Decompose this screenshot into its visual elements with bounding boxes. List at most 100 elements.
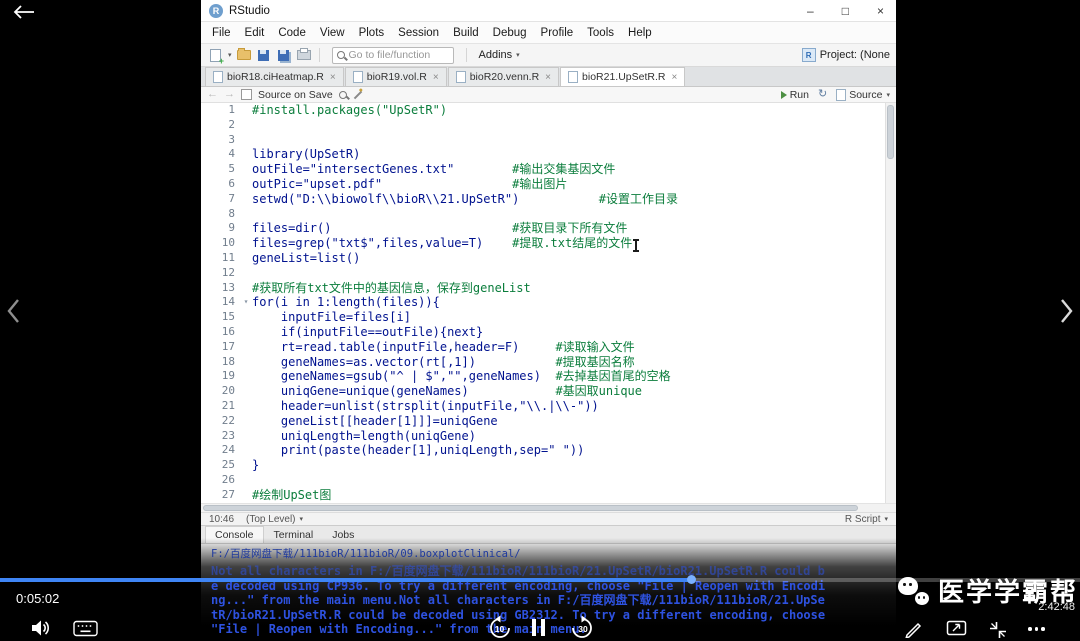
code-line[interactable]: 20 uniqGene=unique(geneNames) #基因取unique [201, 384, 886, 399]
code-line[interactable]: 12 [201, 266, 886, 281]
keyboard-button[interactable] [73, 620, 98, 637]
save-all-icon[interactable] [276, 47, 292, 63]
back-nav-icon[interactable]: ← [207, 89, 218, 100]
editor-tab-bioR20.venn.R[interactable]: bioR20.venn.R × [447, 67, 560, 86]
code-line[interactable]: 24 print(paste(header[1],uniqLength,sep=… [201, 443, 886, 458]
source-on-save-checkbox[interactable] [241, 89, 252, 100]
forward-nav-icon[interactable]: → [224, 89, 235, 100]
fold-marker-icon [240, 310, 252, 325]
rerun-icon[interactable]: ↻ [818, 89, 827, 100]
scope-selector[interactable]: (Top Level) ▾ [246, 514, 303, 525]
fold-marker-icon[interactable]: ▾ [240, 295, 252, 310]
open-file-icon[interactable] [236, 47, 252, 63]
new-file-icon[interactable]: + [207, 47, 224, 66]
menu-item-edit[interactable]: Edit [238, 27, 272, 39]
console-tab-terminal[interactable]: Terminal [264, 527, 323, 543]
editor-tab-bioR18.ciHeatmap.R[interactable]: bioR18.ciHeatmap.R × [205, 67, 344, 86]
folder-glyph [236, 48, 251, 60]
code-line[interactable]: 17 rt=read.table(inputFile,header=F) #读取… [201, 340, 886, 355]
fold-marker-icon [240, 458, 252, 473]
code-line[interactable]: 23 uniqLength=length(uniqGene) [201, 429, 886, 444]
code-line[interactable]: 9 files=dir() #获取目录下所有文件 [201, 221, 886, 236]
code-line[interactable]: 14 ▾ for(i in 1:length(files)){ [201, 295, 886, 310]
rewind-10-button[interactable]: 10 [486, 615, 512, 641]
line-number: 4 [228, 147, 235, 161]
menu-item-profile[interactable]: Profile [534, 27, 581, 39]
find-icon[interactable] [338, 90, 347, 99]
menu-item-view[interactable]: View [313, 27, 352, 39]
code-line[interactable]: 10 files=grep("txt$",files,value=T) #提取.t… [201, 236, 886, 251]
code-tools-wand-icon[interactable] [353, 90, 362, 99]
next-chevron-button[interactable] [1058, 296, 1076, 331]
code-line[interactable]: 3 [201, 133, 886, 148]
code-line[interactable]: 27 #绘制UpSet图 [201, 488, 886, 503]
code-line[interactable]: 7 setwd("D:\\biowolf\\bioR\\21.UpSetR") #… [201, 192, 886, 207]
code-line[interactable]: 11 geneList=list() [201, 251, 886, 266]
code-line[interactable]: 21 header=unlist(strsplit(inputFile,"\\.… [201, 399, 886, 414]
menu-item-plots[interactable]: Plots [352, 27, 392, 39]
hscroll-thumb[interactable] [203, 505, 858, 511]
console-tab-jobs[interactable]: Jobs [323, 527, 364, 543]
code-line[interactable]: 8 [201, 207, 886, 222]
maximize-button[interactable]: □ [842, 5, 849, 17]
pause-button[interactable] [532, 619, 546, 637]
code-line[interactable]: 19 geneNames=gsub("^ | $","",geneNames) … [201, 369, 886, 384]
addins-button[interactable]: Addins ▾ [474, 49, 525, 61]
print-icon[interactable] [296, 47, 312, 63]
minimize-button[interactable]: – [807, 5, 814, 17]
save-icon[interactable] [256, 47, 272, 63]
screencast-button[interactable] [946, 620, 967, 637]
forward-30-button[interactable]: 30 [570, 615, 596, 641]
back-button[interactable] [12, 4, 36, 25]
code-editor[interactable]: 1 #install.packages("UpSetR") 2 3 4 library(U… [201, 103, 896, 503]
fold-marker-icon [240, 266, 252, 281]
code-line[interactable]: 25} [201, 458, 886, 473]
console-tab-console[interactable]: Console [205, 526, 264, 543]
menu-item-tools[interactable]: Tools [580, 27, 621, 39]
current-time: 0:05:02 [16, 591, 60, 606]
close-button[interactable]: × [877, 5, 884, 17]
vertical-scrollbar[interactable] [885, 103, 896, 503]
code-line[interactable]: 2 [201, 118, 886, 133]
code-line[interactable]: 16 if(inputFile==outFile){next} [201, 325, 886, 340]
code-line[interactable]: 6 outPic="upset.pdf" #输出图片 [201, 177, 886, 192]
vscroll-thumb[interactable] [887, 105, 894, 159]
floppy-glyph [258, 49, 270, 61]
r-script-icon [213, 71, 223, 83]
run-button[interactable]: Run [780, 89, 809, 101]
code-line[interactable]: 15 inputFile=files[i] [201, 310, 886, 325]
menu-item-file[interactable]: File [205, 27, 238, 39]
console-line: ng..." from the main menu.Not all charac… [211, 593, 825, 608]
horizontal-scrollbar[interactable] [201, 503, 896, 512]
project-selector[interactable]: R Project: (None [801, 48, 890, 62]
console-output[interactable]: F:/百度网盘下载/111bioR/111bioR/09.boxplotClin… [201, 544, 896, 641]
close-tab-icon[interactable]: × [545, 72, 551, 83]
file-type-selector[interactable]: R Script ▾ [845, 514, 888, 525]
annotate-button[interactable] [904, 619, 923, 638]
menu-item-session[interactable]: Session [391, 27, 446, 39]
code-line[interactable]: 13 #获取所有txt文件中的基因信息，保存到geneList [201, 281, 886, 296]
menu-item-help[interactable]: Help [621, 27, 659, 39]
menu-item-code[interactable]: Code [271, 27, 313, 39]
code-line[interactable]: 4 library(UpSetR) [201, 147, 886, 162]
more-options-button[interactable] [1028, 626, 1048, 632]
menu-item-build[interactable]: Build [446, 27, 486, 39]
goto-file-input[interactable]: Go to file/function [331, 46, 454, 64]
new-file-caret-icon[interactable]: ▾ [228, 51, 232, 59]
source-button[interactable]: Source ▾ [836, 88, 890, 101]
code-line[interactable]: 18 geneNames=as.vector(rt[,1]) #提取基因名称 [201, 355, 886, 370]
code-line[interactable]: 5 outFile="intersectGenes.txt" #输出交集基因文件 [201, 162, 886, 177]
close-tab-icon[interactable]: × [671, 72, 677, 83]
prev-chevron-button[interactable] [4, 296, 22, 331]
close-tab-icon[interactable]: × [330, 72, 336, 83]
code-line[interactable]: 26 [201, 473, 886, 488]
code-token: for(i in 1:length(files)){ [252, 295, 440, 310]
editor-tab-bioR21.UpSetR.R[interactable]: bioR21.UpSetR.R × [560, 67, 686, 86]
editor-tab-bioR19.vol.R[interactable]: bioR19.vol.R × [344, 67, 447, 86]
volume-button[interactable] [30, 618, 52, 638]
exit-fullscreen-button[interactable] [988, 620, 1008, 640]
code-line[interactable]: 1 #install.packages("UpSetR") [201, 103, 886, 118]
code-line[interactable]: 22 geneList[[header[1]]]=uniqGene [201, 414, 886, 429]
menu-item-debug[interactable]: Debug [486, 27, 534, 39]
close-tab-icon[interactable]: × [433, 72, 439, 83]
